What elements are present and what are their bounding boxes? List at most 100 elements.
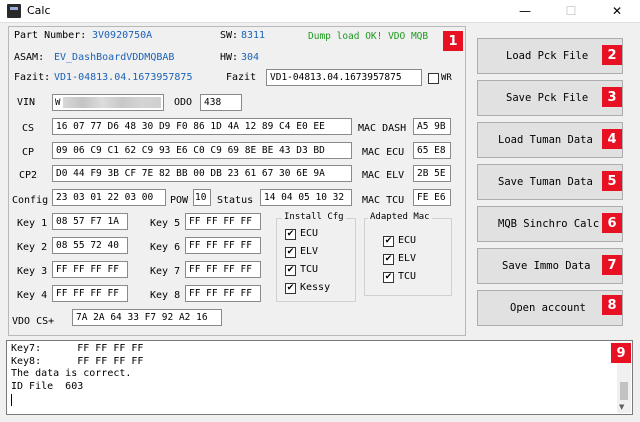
mac-ecu-input[interactable]: 65 E8 <box>413 142 451 159</box>
key-7-input[interactable]: FF FF FF FF <box>185 261 261 278</box>
cp-label: CP <box>22 147 35 158</box>
mqb-sinchro-calc-label: MQB Sinchro Calc <box>498 218 600 230</box>
key-5-label: Key 5 <box>150 218 181 229</box>
vin-prefix: W <box>55 98 61 108</box>
key-7-label: Key 7 <box>150 266 181 277</box>
cp-input[interactable]: 09 06 C9 C1 62 C9 93 E6 C0 C9 69 8E BE 4… <box>52 142 352 159</box>
odo-label: ODO <box>174 97 193 108</box>
key-3-input[interactable]: FF FF FF FF <box>52 261 128 278</box>
log-line: Key7: FF FF FF FF <box>11 343 144 354</box>
maximize-button[interactable]: ☐ <box>548 0 594 22</box>
fazit-label: Fazit: <box>14 72 51 83</box>
adapted-ecu-label: ECU <box>398 235 417 246</box>
sw-label: SW: <box>220 30 239 41</box>
log-line: Key8: FF FF FF FF <box>11 355 144 367</box>
mac-dash-input[interactable]: A5 9B <box>413 118 451 135</box>
save-pck-file-label: Save Pck File <box>506 92 589 104</box>
log-lines: Key7: FF FF FF FF Key8: FF FF FF FF The … <box>11 343 143 406</box>
vdo-cs-label: VDO CS+ <box>12 316 55 327</box>
log-output[interactable]: Key7: FF FF FF FF Key8: FF FF FF FF The … <box>6 340 633 415</box>
key-3-label: Key 3 <box>17 266 48 277</box>
adapted-tcu-label: TCU <box>398 271 417 282</box>
badge-7: 7 <box>602 255 622 275</box>
window-title: Calc <box>27 4 51 17</box>
key-6-input[interactable]: FF FF FF FF <box>185 237 261 254</box>
minimize-button[interactable]: — <box>502 0 548 22</box>
install-elv-label: ELV <box>300 246 319 257</box>
save-tuman-data-label: Save Tuman Data <box>498 176 593 188</box>
status-input[interactable]: 14 04 05 10 32 <box>260 189 352 206</box>
calculator-app-icon <box>7 4 21 18</box>
close-button[interactable]: ✕ <box>594 0 640 22</box>
key-6-label: Key 6 <box>150 242 181 253</box>
install-tcu-label: TCU <box>300 264 319 275</box>
asam-value: EV_DashBoardVDDMQBAB <box>54 52 175 63</box>
install-ecu-checkbox[interactable]: ✔ <box>285 229 296 240</box>
mac-tcu-label: MAC TCU <box>362 195 405 206</box>
load-tuman-data-label: Load Tuman Data <box>498 134 593 146</box>
badge-8: 8 <box>602 295 622 315</box>
key-2-input[interactable]: 08 55 72 40 <box>52 237 128 254</box>
badge-5: 5 <box>602 171 622 191</box>
hw-label: HW: <box>220 52 239 63</box>
badge-4: 4 <box>602 129 622 149</box>
scrollbar-thumb[interactable] <box>620 382 628 400</box>
part-number-value: 3V0920750A <box>92 30 153 41</box>
mac-elv-label: MAC ELV <box>362 170 405 181</box>
asam-label: ASAM: <box>14 52 45 63</box>
install-kessy-label: Kessy <box>300 282 331 293</box>
cs-label: CS <box>22 123 35 134</box>
mac-elv-input[interactable]: 2B 5E <box>413 165 451 182</box>
scroll-down-arrow-icon[interactable]: ▼ <box>619 403 624 411</box>
adapted-elv-label: ELV <box>398 253 417 264</box>
config-input[interactable]: 23 03 01 22 03 00 <box>52 189 166 206</box>
adapted-mac-title: Adapted Mac <box>368 212 432 222</box>
cp2-label: CP2 <box>19 170 38 181</box>
vdo-cs-input[interactable]: 7A 2A 64 33 F7 92 A2 16 <box>72 309 222 326</box>
pow-input[interactable]: 10 <box>193 189 211 206</box>
badge-6: 6 <box>602 213 622 233</box>
vin-input[interactable]: W <box>52 94 164 111</box>
fazit-input[interactable]: VD1-04813.04.1673957875 <box>266 69 422 86</box>
badge-2: 2 <box>602 45 622 65</box>
key-4-input[interactable]: FF FF FF FF <box>52 285 128 302</box>
save-immo-data-label: Save Immo Data <box>502 260 591 272</box>
cs-input[interactable]: 16 07 77 D6 48 30 D9 F0 86 1D 4A 12 89 C… <box>52 118 352 135</box>
badge-3: 3 <box>602 87 622 107</box>
load-pck-file-label: Load Pck File <box>506 50 589 62</box>
install-ecu-label: ECU <box>300 228 319 239</box>
wr-checkbox[interactable] <box>428 73 439 84</box>
key-5-input[interactable]: FF FF FF FF <box>185 213 261 230</box>
mac-tcu-input[interactable]: FE E6 <box>413 189 451 206</box>
install-cfg-title: Install Cfg <box>282 212 346 222</box>
fazit-field-label: Fazit <box>226 72 257 83</box>
log-line: ID File 603 <box>11 380 84 392</box>
log-line: The data is correct. <box>11 368 132 379</box>
open-account-label: Open account <box>510 302 586 314</box>
adapted-elv-checkbox[interactable]: ✔ <box>383 254 394 265</box>
status-message: Dump load OK! VDO MQB <box>308 31 429 42</box>
cp2-input[interactable]: D0 44 F9 3B CF 7E 82 BB 00 DB 23 61 67 3… <box>52 165 352 182</box>
odo-input[interactable]: 438 <box>200 94 242 111</box>
key-1-input[interactable]: 08 57 F7 1A <box>52 213 128 230</box>
key-1-label: Key 1 <box>17 218 48 229</box>
title-bar: Calc — ☐ ✕ <box>0 0 640 22</box>
key-2-label: Key 2 <box>17 242 48 253</box>
text-caret <box>11 394 12 406</box>
sw-value: 8311 <box>241 30 266 41</box>
install-elv-checkbox[interactable]: ✔ <box>285 247 296 258</box>
adapted-ecu-checkbox[interactable]: ✔ <box>383 236 394 247</box>
key-8-input[interactable]: FF FF FF FF <box>185 285 261 302</box>
config-label: Config <box>12 195 49 206</box>
key-4-label: Key 4 <box>17 290 48 301</box>
vin-label: VIN <box>17 97 36 108</box>
badge-1: 1 <box>443 31 463 51</box>
install-kessy-checkbox[interactable]: ✔ <box>285 283 296 294</box>
wr-label: WR <box>441 73 452 83</box>
part-number-label: Part Number: <box>14 30 87 41</box>
fazit-value: VD1-04813.04.1673957875 <box>54 72 193 83</box>
adapted-tcu-checkbox[interactable]: ✔ <box>383 272 394 283</box>
install-tcu-checkbox[interactable]: ✔ <box>285 265 296 276</box>
badge-9: 9 <box>611 343 631 363</box>
vin-redacted <box>63 97 161 108</box>
